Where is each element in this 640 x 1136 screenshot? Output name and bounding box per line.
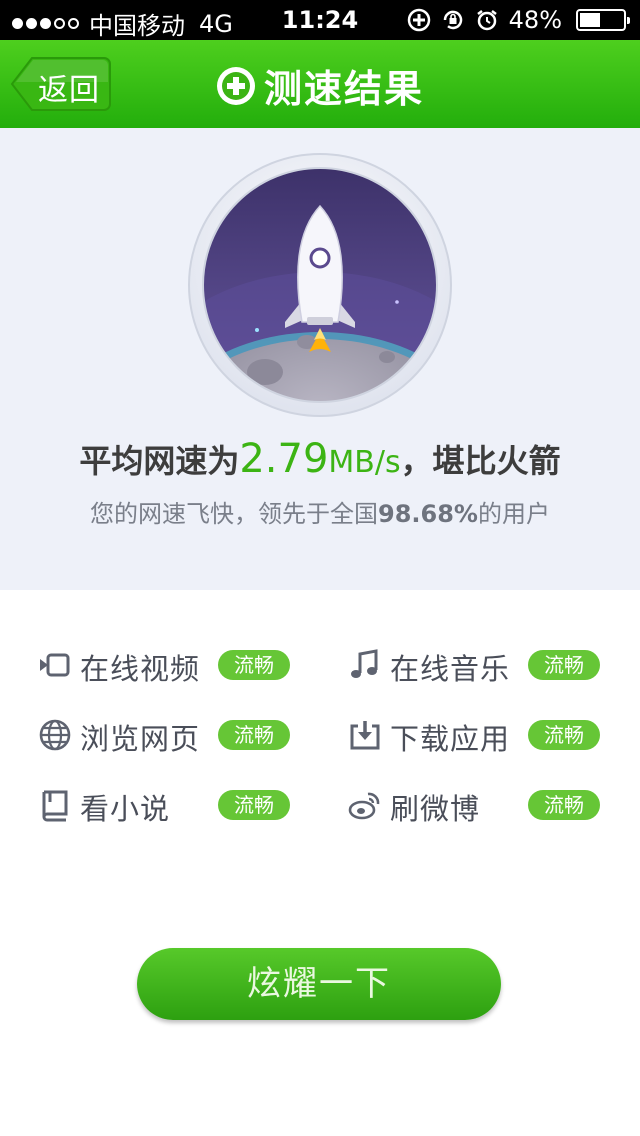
app-logo-icon [216, 66, 255, 105]
battery-percent: 48% [508, 6, 562, 34]
rotation-lock-icon [443, 10, 462, 30]
activity-label: 刷微博 [390, 792, 481, 826]
rank-prefix: 您的网速飞快，领先于全国 [90, 500, 379, 528]
activity-item-novel: 看小说 流畅 [38, 780, 318, 830]
activity-label: 在线音乐 [390, 652, 511, 686]
activity-item-music: 在线音乐 流畅 [348, 640, 628, 690]
download-icon [350, 721, 380, 750]
alarm-icon [476, 10, 497, 31]
status-badge: 流畅 [218, 720, 290, 750]
book-icon [42, 790, 68, 822]
music-icon [351, 649, 378, 678]
activity-item-video: 在线视频 流畅 [38, 640, 318, 690]
rank-text: 您的网速飞快，领先于全国98.68%的用户 [0, 494, 640, 529]
rank-percentile: 98.68% [378, 500, 478, 528]
status-badge: 流畅 [528, 650, 600, 680]
video-icon [40, 653, 70, 677]
status-badge: 流畅 [218, 650, 290, 680]
activity-label: 在线视频 [80, 652, 201, 686]
globe-icon [39, 719, 71, 751]
weibo-icon [348, 792, 380, 820]
nav-bar: 返回 测速结果 [0, 40, 640, 128]
location-plus-icon [407, 8, 430, 32]
activity-label: 看小说 [80, 792, 171, 826]
status-badge: 流畅 [218, 790, 290, 820]
status-bar: 中国移动 4G 11:24 48% [0, 0, 640, 40]
speed-unit: MB/s [328, 445, 401, 480]
rocket-badge-image [188, 153, 452, 417]
activity-item-download: 下载应用 流畅 [348, 710, 628, 760]
page-title: 测速结果 [263, 67, 424, 111]
speed-prefix: 平均网速为 [79, 442, 240, 480]
result-hero: 平均网速为2.79MB/s，堪比火箭 您的网速飞快，领先于全国98.68%的用户 [0, 128, 640, 590]
activity-label: 浏览网页 [80, 722, 201, 756]
activity-label: 下载应用 [390, 722, 511, 756]
speed-suffix: ，堪比火箭 [400, 442, 561, 480]
activity-item-weibo: 刷微博 流畅 [348, 780, 628, 830]
speed-value: 2.79 [239, 436, 329, 482]
show-off-button[interactable]: 炫耀一下 [137, 948, 501, 1020]
battery-icon [576, 9, 630, 31]
average-speed-text: 平均网速为2.79MB/s，堪比火箭 [0, 436, 640, 482]
status-badge: 流畅 [528, 720, 600, 750]
status-badge: 流畅 [528, 790, 600, 820]
rank-suffix: 的用户 [477, 500, 550, 528]
activity-item-web: 浏览网页 流畅 [38, 710, 318, 760]
